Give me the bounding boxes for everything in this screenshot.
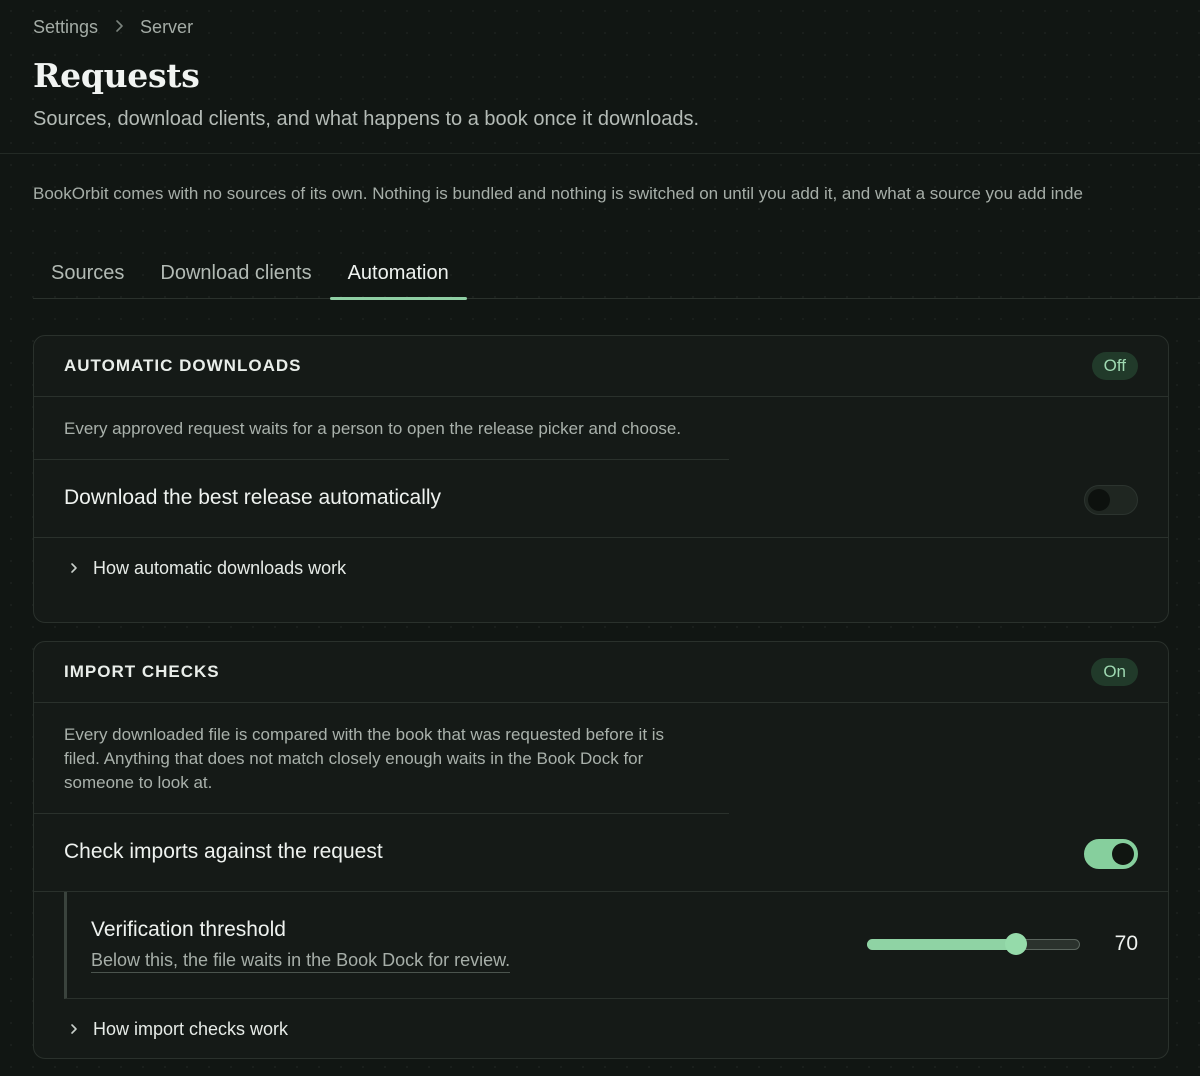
automatic-downloads-card: AUTOMATIC DOWNLOADS Off Every approved r… [33,335,1169,623]
card-header: AUTOMATIC DOWNLOADS Off [34,336,1168,397]
expander-label: How import checks work [93,1019,289,1039]
import-check-setting-row: Check imports against the request [34,814,1168,892]
toggle-knob [1112,843,1134,865]
verification-threshold-row: Verification threshold Below this, the f… [64,892,1168,999]
card-title: IMPORT CHECKS [64,662,220,681]
import-checks-card: IMPORT CHECKS On Every downloaded file i… [33,641,1169,1059]
chevron-right-icon [114,18,124,38]
setting-label: Check imports against the request [64,840,383,863]
expander-label: How automatic downloads work [93,558,347,578]
chevron-right-icon [68,559,80,577]
intro-text: BookOrbit comes with no sources of its o… [33,184,1083,203]
chevron-right-icon [68,1020,80,1038]
page-title: Requests [33,56,200,95]
slider-fill [867,939,1017,950]
settings-page: Settings Server Requests Sources, downlo… [0,0,1200,1076]
how-import-checks-work-expander[interactable]: How import checks work [34,999,1168,1058]
threshold-slider[interactable] [867,933,1080,955]
auto-download-toggle[interactable] [1084,485,1138,515]
auto-download-setting-row: Download the best release automatically [34,460,1168,538]
setting-label: Download the best release automatically [64,486,442,509]
threshold-help: Below this, the file waits in the Book D… [91,950,511,973]
toggle-knob [1088,489,1110,511]
breadcrumb-settings-link[interactable]: Settings [33,17,98,38]
card-description: Every approved request waits for a perso… [34,397,729,460]
breadcrumb: Settings Server [33,17,193,38]
import-check-toggle[interactable] [1084,839,1138,869]
page-subtitle: Sources, download clients, and what happ… [33,108,699,130]
tab-bar: Sources Download clients Automation [33,248,1200,300]
card-title: AUTOMATIC DOWNLOADS [64,356,302,375]
tab-automation[interactable]: Automation [329,248,467,300]
card-description: Every downloaded file is compared with t… [34,703,729,814]
tab-sources[interactable]: Sources [33,248,142,299]
threshold-value: 70 [1114,932,1138,955]
breadcrumb-current: Server [140,17,194,37]
card-header: IMPORT CHECKS On [34,642,1168,703]
tab-download-clients[interactable]: Download clients [142,248,329,299]
status-badge: On [1091,658,1138,686]
how-automatic-downloads-work-expander[interactable]: How automatic downloads work [34,538,1168,598]
status-badge: Off [1091,352,1138,380]
slider-thumb[interactable] [1005,933,1028,955]
threshold-title: Verification threshold [91,918,286,941]
page-header: Settings Server Requests Sources, downlo… [0,0,1200,154]
